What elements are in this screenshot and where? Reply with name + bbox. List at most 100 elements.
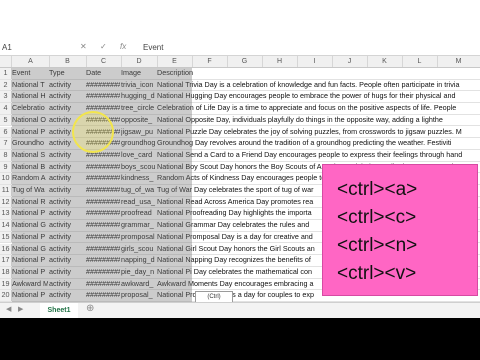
header-date[interactable]: Date — [86, 68, 120, 79]
cell-date[interactable]: ######### — [86, 173, 120, 184]
cell-image[interactable]: napping_d — [121, 255, 156, 266]
cell-date[interactable]: ######### — [86, 208, 120, 219]
row-number[interactable]: 1 — [0, 68, 12, 79]
cell-type[interactable]: activity — [49, 185, 85, 196]
column-header-d[interactable]: D — [121, 56, 158, 67]
row-number[interactable]: 14 — [0, 220, 12, 231]
header-image[interactable]: Image — [121, 68, 156, 79]
cell-date[interactable]: ######### — [86, 197, 120, 208]
cell-description[interactable]: National Hugging Day encourages people t… — [157, 91, 477, 102]
cell-date[interactable]: ######### — [86, 290, 120, 301]
cell-image[interactable]: trivia_icon — [121, 80, 156, 91]
next-sheet-icon[interactable]: ▶ — [18, 305, 23, 313]
table-row[interactable]: 4 Celebratio activity ######### tree_circle C… — [0, 103, 480, 115]
cell-type[interactable]: activity — [49, 173, 85, 184]
cell-event[interactable]: National P — [12, 255, 48, 266]
column-header-m[interactable]: M — [437, 56, 480, 67]
cell-image[interactable]: hugging_d — [121, 91, 156, 102]
x-icon[interactable]: ✕ — [80, 42, 87, 51]
cell-type[interactable]: activity — [49, 150, 85, 161]
cell-event[interactable]: National O — [12, 115, 48, 126]
cell-event[interactable]: National P — [12, 208, 48, 219]
cell-image[interactable]: boys_scou — [121, 162, 156, 173]
cell-event[interactable]: National P — [12, 127, 48, 138]
cell-image[interactable]: jigsaw_pu — [121, 127, 156, 138]
cell-type[interactable]: activity — [49, 232, 85, 243]
column-header-l[interactable]: L — [402, 56, 438, 67]
cell-description[interactable]: National Opposite Day, individuals playf… — [157, 115, 477, 126]
cell-type[interactable]: activity — [49, 208, 85, 219]
cell-type[interactable]: activity — [49, 255, 85, 266]
column-header-g[interactable]: G — [227, 56, 263, 67]
prev-sheet-icon[interactable]: ◀ — [6, 305, 11, 313]
cell-image[interactable]: opposite_ — [121, 115, 156, 126]
row-number[interactable]: 12 — [0, 196, 12, 208]
cell-event[interactable]: National G — [12, 220, 48, 231]
cell-date[interactable]: ######### — [86, 232, 120, 243]
row-number[interactable]: 17 — [0, 255, 12, 266]
table-row[interactable]: 8 National Sactivity ######### love_card Nat… — [0, 149, 480, 162]
cell-event[interactable]: National G — [12, 244, 48, 255]
cell-event[interactable]: Awkward M — [12, 279, 48, 290]
cell-date[interactable]: ######### — [86, 244, 120, 255]
cell-description[interactable]: National Puzzle Day celebrates the joy o… — [157, 127, 477, 138]
cell-image[interactable]: pie_day_n — [121, 267, 156, 278]
cell-event[interactable]: Celebratio — [12, 103, 48, 114]
row-number[interactable]: 11 — [0, 185, 12, 196]
header-type[interactable]: Type — [49, 68, 85, 79]
row-number[interactable]: 4 — [0, 103, 12, 114]
cell-event[interactable]: National T — [12, 80, 48, 91]
row-number[interactable]: 5 — [0, 114, 12, 126]
cell-description[interactable]: National Send a Card to a Friend Day enc… — [157, 150, 477, 161]
cell-image[interactable]: proofread — [121, 208, 156, 219]
cell-event[interactable]: National R — [12, 197, 48, 208]
cell-image[interactable]: proposal_ — [121, 290, 156, 301]
table-row[interactable]: 2 National Tactivity ######### trivia_icon N… — [0, 79, 480, 92]
column-header-b[interactable]: B — [49, 56, 87, 67]
check-icon[interactable]: ✓ — [100, 42, 107, 51]
cell-image[interactable]: groundhog — [121, 138, 156, 149]
row-number[interactable]: 7 — [0, 138, 12, 149]
cell-event[interactable]: Groundho — [12, 138, 48, 149]
cell-event[interactable]: Tug of Wa — [12, 185, 48, 196]
header-event[interactable]: Event — [12, 68, 48, 79]
fx-icon[interactable]: fx — [120, 42, 126, 51]
cell-date[interactable]: ######### — [86, 162, 120, 173]
cell-date[interactable]: ######### — [86, 185, 120, 196]
row-number[interactable]: 18 — [0, 266, 12, 278]
column-header-i[interactable]: I — [297, 56, 333, 67]
cell-date[interactable]: ######### — [86, 267, 120, 278]
cell-type[interactable]: activity — [49, 290, 85, 301]
row-number[interactable]: 16 — [0, 243, 12, 255]
row-number[interactable]: 2 — [0, 79, 12, 91]
cell-type[interactable]: activity — [49, 197, 85, 208]
header-description[interactable]: Description — [157, 68, 477, 79]
cell-type[interactable]: activity — [49, 220, 85, 231]
cell-event[interactable]: Random A — [12, 173, 48, 184]
column-header-j[interactable]: J — [332, 56, 368, 67]
tab-sheet1[interactable]: Sheet1 — [40, 303, 78, 318]
cell-image[interactable]: awkward_ — [121, 279, 156, 290]
column-header-f[interactable]: F — [192, 56, 228, 67]
cell-event[interactable]: National P — [12, 290, 48, 301]
table-row[interactable]: 3 National Hactivity ######### hugging_d Nat… — [0, 91, 480, 104]
cell-type[interactable]: activity — [49, 80, 85, 91]
cell-event[interactable]: National P — [12, 267, 48, 278]
cell-date[interactable]: ######### — [86, 220, 120, 231]
cell-description[interactable]: Celebration of Life Day is a time to app… — [157, 103, 477, 114]
cell-type[interactable]: activity — [49, 267, 85, 278]
row-number[interactable]: 20 — [0, 290, 12, 301]
cell-type[interactable]: activity — [49, 279, 85, 290]
cell-image[interactable]: read_usa_ — [121, 197, 156, 208]
table-row[interactable]: 7 Groundho activity ######### groundhog Groun… — [0, 138, 480, 150]
row-number[interactable]: 8 — [0, 149, 12, 161]
column-header-e[interactable]: E — [157, 56, 193, 67]
add-sheet-icon[interactable]: ⊕ — [86, 303, 94, 314]
cell-event[interactable]: National B — [12, 162, 48, 173]
cell-event[interactable]: National S — [12, 150, 48, 161]
cell-image[interactable]: love_card — [121, 150, 156, 161]
cell-image[interactable]: promposal — [121, 232, 156, 243]
row-number[interactable]: 13 — [0, 208, 12, 220]
cell-image[interactable]: grammar_ — [121, 220, 156, 231]
cell-event[interactable]: National P — [12, 232, 48, 243]
